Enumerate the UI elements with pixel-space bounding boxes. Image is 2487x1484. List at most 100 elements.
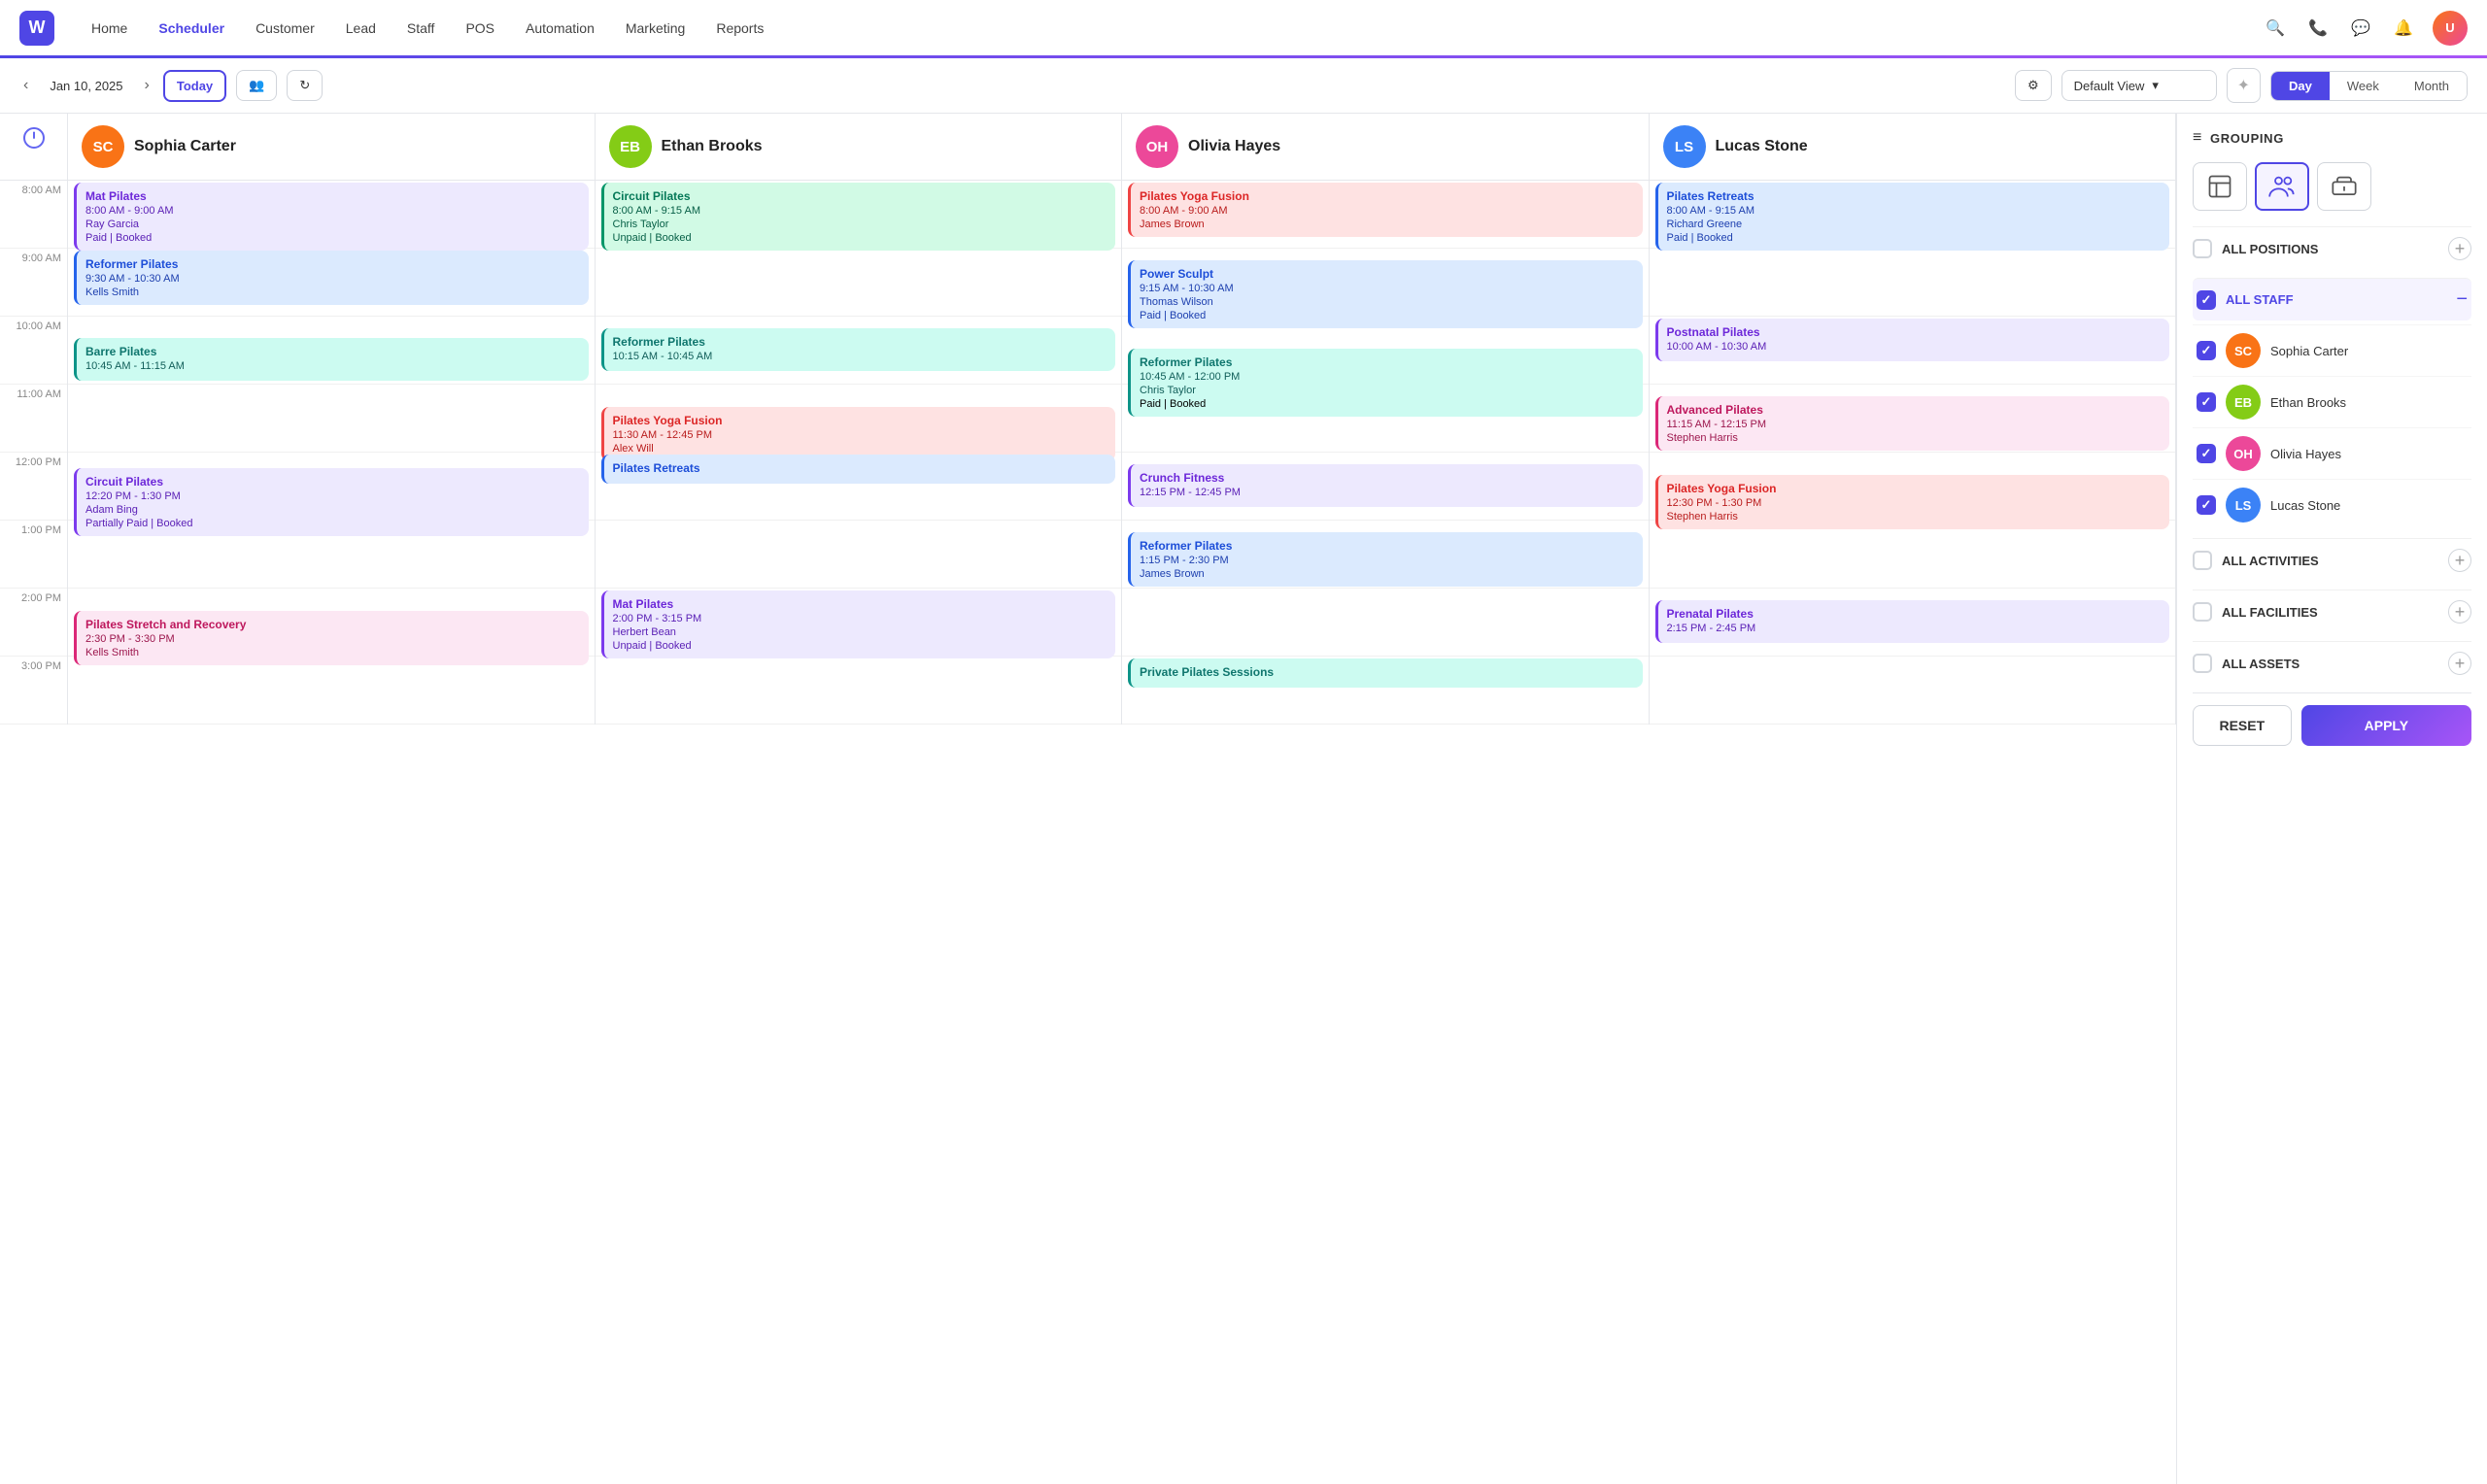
staff-header: SC Sophia Carter EB Ethan Brooks OH Oliv… <box>0 114 2176 181</box>
time-800: 8:00 AM <box>0 181 67 249</box>
time-1000: 10:00 AM <box>0 317 67 385</box>
phone-icon[interactable]: 📞 <box>2304 15 2332 42</box>
all-facilities-row: ALL FACILITIES + <box>2193 590 2471 633</box>
filter-avatar-olivia: OH <box>2226 436 2261 471</box>
checkbox-all-facilities[interactable] <box>2193 602 2212 622</box>
nav-customer[interactable]: Customer <box>242 15 328 42</box>
checkbox-lucas[interactable]: ✓ <box>2197 495 2216 515</box>
user-avatar[interactable]: U <box>2433 11 2468 46</box>
checkbox-ethan[interactable]: ✓ <box>2197 392 2216 412</box>
grouping-building-btn[interactable] <box>2193 162 2247 211</box>
ethan-row-900 <box>596 249 1122 317</box>
grouping-people-btn[interactable] <box>2255 162 2309 211</box>
class-mat-pilates-sophia[interactable]: Mat Pilates 8:00 AM - 9:00 AM Ray Garcia… <box>74 183 589 251</box>
nav-right: 🔍 📞 💬 🔔 U <box>2262 11 2468 46</box>
olivia-row-1200: Crunch Fitness 12:15 PM - 12:45 PM <box>1122 453 1649 521</box>
filter-name-lucas: Lucas Stone <box>2270 498 2468 513</box>
class-mat-pilates-ethan[interactable]: Mat Pilates 2:00 PM - 3:15 PM Herbert Be… <box>601 590 1116 658</box>
time-300: 3:00 PM <box>0 657 67 725</box>
scheduler-toolbar: ‹ Jan 10, 2025 › Today 👥 ↻ ⚙ Default Vie… <box>0 58 2487 114</box>
class-reformer-pilates2-olivia[interactable]: Reformer Pilates 1:15 PM - 2:30 PM James… <box>1128 532 1643 587</box>
sophia-row-200: Pilates Stretch and Recovery 2:30 PM - 3… <box>68 589 595 657</box>
grid-body: 8:00 AM 9:00 AM 10:00 AM 11:00 AM 12:00 … <box>0 181 2176 725</box>
current-date: Jan 10, 2025 <box>42 79 130 93</box>
class-reformer-pilates-ethan[interactable]: Reformer Pilates 10:15 AM - 10:45 AM <box>601 328 1116 371</box>
reset-button[interactable]: RESET <box>2193 705 2292 746</box>
checkbox-all-assets[interactable] <box>2193 654 2212 673</box>
filter-avatar-lucas: LS <box>2226 488 2261 523</box>
expand-assets-btn[interactable]: + <box>2448 652 2471 675</box>
expand-facilities-btn[interactable]: + <box>2448 600 2471 624</box>
all-positions-row: ALL POSITIONS + <box>2193 226 2471 270</box>
lucas-row-1200: Pilates Yoga Fusion 12:30 PM - 1:30 PM S… <box>1650 453 2176 521</box>
favorite-button[interactable]: ✦ <box>2227 68 2261 103</box>
chevron-down-icon: ▾ <box>2152 78 2159 93</box>
olivia-row-800: Pilates Yoga Fusion 8:00 AM - 9:00 AM Ja… <box>1122 181 1649 249</box>
filter-options-button[interactable]: ⚙ <box>2015 70 2052 101</box>
nav-marketing[interactable]: Marketing <box>612 15 698 42</box>
tab-week[interactable]: Week <box>2330 72 2397 100</box>
avatar-lucas: LS <box>1663 125 1706 168</box>
class-circuit-pilates-ethan[interactable]: Circuit Pilates 8:00 AM - 9:15 AM Chris … <box>601 183 1116 251</box>
apply-button[interactable]: APPLY <box>2301 705 2471 746</box>
today-button[interactable]: Today <box>163 70 226 102</box>
nav-reports[interactable]: Reports <box>702 15 777 42</box>
lucas-row-300 <box>1650 657 2176 725</box>
tab-day[interactable]: Day <box>2271 72 2330 100</box>
class-pilates-retreats-ethan[interactable]: Pilates Retreats <box>601 455 1116 484</box>
notification-icon[interactable]: 🔔 <box>2390 15 2417 42</box>
nav-pos[interactable]: POS <box>452 15 508 42</box>
class-barre-pilates-sophia[interactable]: Barre Pilates 10:45 AM - 11:15 AM <box>74 338 589 381</box>
staff-group-button[interactable]: 👥 <box>236 70 277 101</box>
checkbox-all-activities[interactable] <box>2193 551 2212 570</box>
filter-label: Default View <box>2074 79 2145 93</box>
sophia-row-100 <box>68 521 595 589</box>
ethan-row-300 <box>596 657 1122 725</box>
checkbox-all-staff[interactable]: ✓ <box>2197 290 2216 310</box>
whatsapp-icon[interactable]: 💬 <box>2347 15 2374 42</box>
nav-automation[interactable]: Automation <box>512 15 608 42</box>
class-postnatal-pilates-lucas[interactable]: Postnatal Pilates 10:00 AM - 10:30 AM <box>1655 319 2170 361</box>
staff-header-sophia: SC Sophia Carter <box>68 114 596 180</box>
avatar-ethan: EB <box>609 125 652 168</box>
olivia-row-200 <box>1122 589 1649 657</box>
avatar-olivia: OH <box>1136 125 1178 168</box>
prev-date-button[interactable]: ‹ <box>19 73 32 98</box>
olivia-row-1000: Reformer Pilates 10:45 AM - 12:00 PM Chr… <box>1122 317 1649 385</box>
search-icon[interactable]: 🔍 <box>2262 15 2289 42</box>
checkbox-all-positions[interactable] <box>2193 239 2212 258</box>
main-content: SC Sophia Carter EB Ethan Brooks OH Oliv… <box>0 114 2487 1484</box>
lucas-row-900 <box>1650 249 2176 317</box>
staff-header-lucas: LS Lucas Stone <box>1650 114 2177 180</box>
view-filter-dropdown[interactable]: Default View ▾ <box>2061 70 2217 101</box>
filter-all-staff: ✓ ALL STAFF − ✓ SC Sophia Carter ✓ EB Et… <box>2193 278 2471 530</box>
list-icon: ≡ <box>2193 129 2202 147</box>
sophia-row-1200: Circuit Pilates 12:20 PM - 1:30 PM Adam … <box>68 453 595 521</box>
refresh-button[interactable]: ↻ <box>287 70 323 101</box>
nav-staff[interactable]: Staff <box>393 15 449 42</box>
class-private-pilates-olivia[interactable]: Private Pilates Sessions <box>1128 658 1643 688</box>
class-pilates-retreats-lucas[interactable]: Pilates Retreats 8:00 AM - 9:15 AM Richa… <box>1655 183 2170 251</box>
tab-month[interactable]: Month <box>2397 72 2467 100</box>
nav-scheduler[interactable]: Scheduler <box>145 15 238 42</box>
checkbox-sophia[interactable]: ✓ <box>2197 341 2216 360</box>
nav-home[interactable]: Home <box>78 15 141 42</box>
class-crunch-fitness-olivia[interactable]: Crunch Fitness 12:15 PM - 12:45 PM <box>1128 464 1643 507</box>
lucas-row-800: Pilates Retreats 8:00 AM - 9:15 AM Richa… <box>1650 181 2176 249</box>
collapse-staff-btn[interactable]: − <box>2456 288 2468 311</box>
expand-positions-btn[interactable]: + <box>2448 237 2471 260</box>
filter-avatar-ethan: EB <box>2226 385 2261 420</box>
checkbox-olivia[interactable]: ✓ <box>2197 444 2216 463</box>
grouping-title: ≡ GROUPING <box>2193 129 2471 147</box>
class-prenatal-pilates-lucas[interactable]: Prenatal Pilates 2:15 PM - 2:45 PM <box>1655 600 2170 643</box>
grouping-facility-btn[interactable] <box>2317 162 2371 211</box>
class-reformer-pilates-sophia[interactable]: Reformer Pilates 9:30 AM - 10:30 AM Kell… <box>74 251 589 305</box>
class-yoga-fusion-olivia[interactable]: Pilates Yoga Fusion 8:00 AM - 9:00 AM Ja… <box>1128 183 1643 237</box>
olivia-row-300: Private Pilates Sessions <box>1122 657 1649 725</box>
nav-lead[interactable]: Lead <box>332 15 390 42</box>
expand-activities-btn[interactable]: + <box>2448 549 2471 572</box>
ethan-row-1200: Pilates Retreats <box>596 453 1122 521</box>
class-advanced-pilates-lucas[interactable]: Advanced Pilates 11:15 AM - 12:15 PM Ste… <box>1655 396 2170 451</box>
next-date-button[interactable]: › <box>141 73 153 98</box>
staff-name-sophia: Sophia Carter <box>134 138 236 155</box>
